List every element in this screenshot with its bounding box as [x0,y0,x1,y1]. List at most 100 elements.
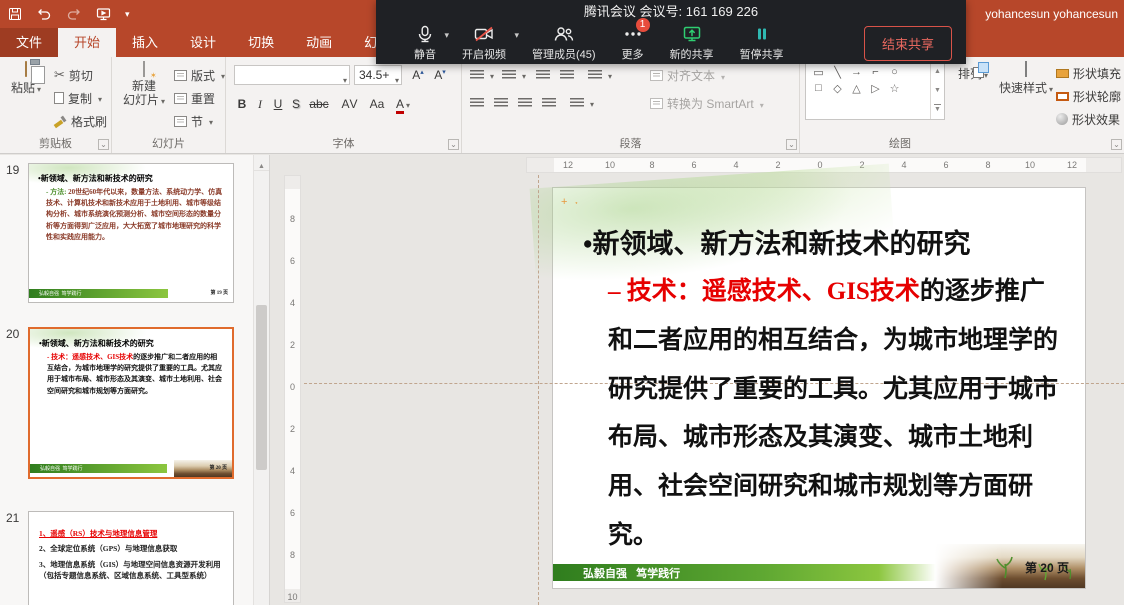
pause-share-button[interactable]: 暂停共享 [740,24,784,62]
save-button[interactable] [8,7,22,21]
font-name-input[interactable] [234,65,350,85]
redo-button[interactable] [66,7,82,21]
align-right-button[interactable] [518,93,532,113]
gallery-more-icon[interactable] [931,100,944,119]
underline-button[interactable]: U [270,94,286,114]
strikethrough-button[interactable]: abc [306,94,332,114]
character-spacing-button[interactable]: AV [338,94,362,114]
tab-transitions[interactable]: 切换 [232,28,290,57]
gallery-scroll-down-icon[interactable] [931,82,944,101]
customize-toolbar-icon[interactable] [125,9,130,20]
slide-title-textbox[interactable]: •新领域、新方法和新技术的研究 [583,222,970,261]
line-spacing-dropdown-icon[interactable] [606,68,612,82]
video-dropdown-icon[interactable] [514,29,519,41]
guide-vertical[interactable] [538,175,539,605]
align-left-button[interactable] [470,93,484,113]
font-color-dropdown-icon[interactable] [404,97,410,111]
font-dialog-launcher[interactable] [448,139,459,150]
manage-members-button[interactable]: 管理成员(45) [532,24,596,62]
clipboard-dialog-launcher[interactable] [98,139,109,150]
scroll-up-icon[interactable] [254,155,269,171]
line-spacing-button[interactable] [588,65,612,85]
slide-canvas[interactable]: •新领域、新方法和新技术的研究 – 技术：遥感技术、GIS技术的逐步推广和二者应… [553,188,1085,588]
mute-button[interactable]: 静音 [414,24,436,62]
shape-outline-button[interactable]: 形状轮廓 [1056,86,1124,106]
undo-button[interactable] [36,7,52,21]
smartart-dropdown-icon[interactable] [758,97,764,111]
font-size-dropdown-icon[interactable] [393,70,399,90]
bullets-dropdown-icon[interactable] [488,68,494,82]
new-slide-button[interactable]: 新建幻灯片 [118,62,170,108]
numbering-dropdown-icon[interactable] [520,68,526,82]
justify-button[interactable] [542,93,556,113]
quick-styles-dropdown-icon[interactable] [1047,81,1053,95]
triangle-shape-icon[interactable]: △ [850,82,863,95]
thumbnail-scrollbar[interactable] [253,155,269,605]
columns-dropdown-icon[interactable] [588,96,594,110]
decrease-font-size-button[interactable]: A [430,63,450,83]
slide-thumbnail-20[interactable]: •新领域、新方法和新技术的研究 - 技术：遥感技术、GIS技术的逐步推广和二者应… [28,327,234,479]
layout-dropdown-icon[interactable] [219,68,225,82]
slide-body-textbox[interactable]: – 技术：遥感技术、GIS技术的逐步推广和二者应用的相互结合，为城市地理学的研究… [608,268,1068,561]
scrollbar-thumb[interactable] [256,305,267,470]
quick-styles-button[interactable]: 快速样式 [998,62,1054,96]
diamond-shape-icon[interactable]: ◇ [831,82,844,95]
shape-fill-button[interactable]: 形状填充 [1056,63,1124,83]
bullets-button[interactable] [470,65,494,85]
italic-button[interactable]: I [252,94,268,114]
align-text-button[interactable]: 对齐文本 [650,67,725,84]
font-size-input[interactable]: 34.5+ [354,65,402,85]
font-color-button[interactable]: A [394,94,412,114]
new-share-button[interactable]: 新的共享 [670,24,714,62]
tab-home[interactable]: 开始 [58,28,116,57]
tab-design[interactable]: 设计 [174,28,232,57]
align-center-button[interactable] [494,93,508,113]
more-button[interactable]: 1 更多 [622,24,644,62]
account-name[interactable]: yohancesun yohancesun [985,0,1118,28]
start-video-button[interactable]: 开启视频 [462,24,506,62]
elbow-connector-icon[interactable]: ⌐ [869,66,882,79]
square-shape-icon[interactable]: □ [812,82,825,95]
cut-button[interactable]: 剪切 [54,65,93,85]
slide-thumbnail-19[interactable]: •新领域、新方法和新技术的研究 - 方法: 20世纪60年代以来，数量方法、系统… [28,163,234,303]
format-painter-button[interactable]: 格式刷 [54,111,107,131]
paste-button[interactable]: 粘贴 [4,62,48,96]
tab-insert[interactable]: 插入 [116,28,174,57]
tab-animations[interactable]: 动画 [290,28,348,57]
mute-dropdown-icon[interactable] [444,29,449,41]
star-shape-icon[interactable]: ☆ [888,82,901,95]
numbering-button[interactable] [502,65,526,85]
copy-button[interactable]: 复制 [54,88,102,108]
gallery-scroll-up-icon[interactable] [931,63,944,82]
tab-file[interactable]: 文件 [0,28,58,57]
shape-effects-button[interactable]: 形状效果 [1056,109,1124,129]
slide-thumbnail-21[interactable]: 1、遥感（RS）技术与地理信息管理 2、全球定位系统（GPS）与地理信息获取 3… [28,511,234,605]
paragraph-dialog-launcher[interactable] [786,139,797,150]
start-slideshow-button[interactable] [96,7,111,21]
text-shadow-button[interactable]: S [288,94,304,114]
layout-button[interactable]: 版式 [174,65,225,85]
increase-font-size-button[interactable]: A [408,63,428,83]
reset-button[interactable]: 重置 [174,88,215,108]
section-button[interactable]: 节 [174,111,213,131]
shapes-gallery[interactable]: ▭ ╲ → ⌐ ○ □ ◇ △ ▷ ☆ [805,62,945,120]
copy-dropdown-icon[interactable] [96,91,102,105]
convert-smartart-button[interactable]: 转换为 SmartArt [650,95,764,112]
right-triangle-shape-icon[interactable]: ▷ [869,82,882,95]
font-name-dropdown-icon[interactable] [341,70,347,90]
end-share-button[interactable]: 结束共享 [864,26,952,61]
section-dropdown-icon[interactable] [207,114,213,128]
arrow-shape-icon[interactable]: → [850,66,863,79]
increase-indent-button[interactable] [560,65,574,85]
rectangle-shape-icon[interactable]: ▭ [812,66,825,79]
drawing-dialog-launcher[interactable] [1111,139,1122,150]
oval-shape-icon[interactable]: ○ [888,66,901,79]
arrange-button[interactable]: 排列 [950,62,996,82]
line-shape-icon[interactable]: ╲ [831,66,844,79]
bold-button[interactable]: B [234,94,250,114]
align-text-dropdown-icon[interactable] [719,69,725,83]
columns-button[interactable] [570,93,594,113]
change-case-button[interactable]: Aa [366,94,388,114]
new-slide-dropdown-icon[interactable] [159,93,165,107]
decrease-indent-button[interactable] [536,65,550,85]
